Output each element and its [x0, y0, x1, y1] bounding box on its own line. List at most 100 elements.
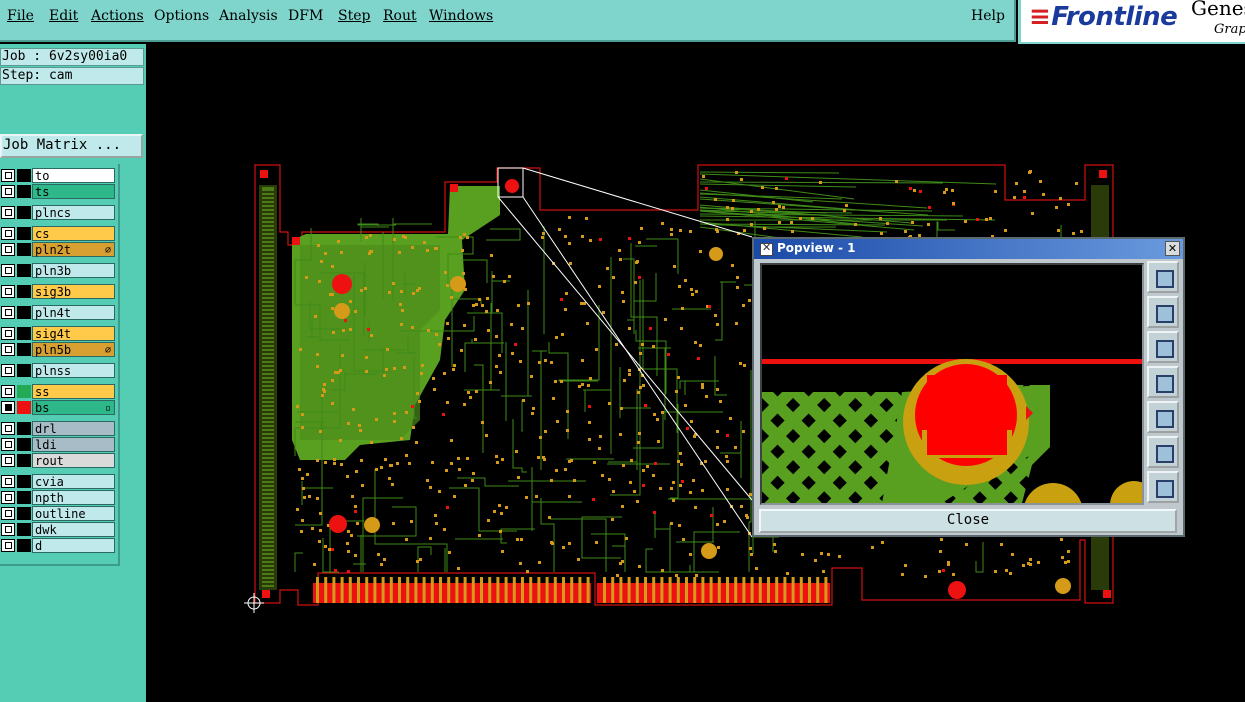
layer-row-pln4t[interactable]: pln4t: [0, 305, 116, 320]
layer-color-swatch[interactable]: [17, 385, 31, 398]
close-icon[interactable]: ✕: [1165, 241, 1180, 256]
layer-row-ss[interactable]: ss: [0, 384, 116, 399]
layer-checkbox[interactable]: [1, 343, 15, 356]
menu-windows[interactable]: Windows: [429, 8, 493, 24]
layer-color-swatch[interactable]: [17, 475, 31, 488]
layer-name[interactable]: sig3b: [32, 284, 115, 299]
popview-titlebar[interactable]: Popview - 1 ✕: [754, 239, 1183, 259]
layer-checkbox[interactable]: [1, 401, 15, 414]
layer-color-swatch[interactable]: [17, 306, 31, 319]
layer-name[interactable]: cvia: [32, 474, 115, 489]
menu-help[interactable]: Help: [971, 8, 1005, 24]
close-button[interactable]: Close: [759, 509, 1177, 533]
layer-name[interactable]: rout: [32, 453, 115, 468]
layer-row-d[interactable]: d: [0, 538, 116, 553]
layer-checkbox[interactable]: [1, 206, 15, 219]
layer-name[interactable]: pln4t: [32, 305, 115, 320]
layer-row-pln5b[interactable]: pln5b ⌀: [0, 342, 116, 357]
layer-name[interactable]: plncs: [32, 205, 115, 220]
layer-row-cs[interactable]: cs: [0, 226, 116, 241]
menu-actions[interactable]: Actions: [91, 8, 144, 24]
menu-analysis[interactable]: Analysis: [219, 8, 278, 24]
zoom-fit-button[interactable]: [1147, 261, 1179, 293]
layer-name[interactable]: drl: [32, 421, 115, 436]
layer-color-swatch[interactable]: [17, 264, 31, 277]
layer-color-swatch[interactable]: [17, 185, 31, 198]
layer-color-swatch[interactable]: [17, 343, 31, 356]
layer-color-swatch[interactable]: [17, 243, 31, 256]
menu-step[interactable]: Step: [338, 8, 370, 24]
window-menu-icon[interactable]: [760, 241, 773, 256]
layer-color-swatch[interactable]: [17, 523, 31, 536]
layer-row-plnss[interactable]: plnss: [0, 363, 116, 378]
layer-checkbox[interactable]: [1, 243, 15, 256]
layer-checkbox[interactable]: [1, 507, 15, 520]
layer-checkbox[interactable]: [1, 264, 15, 277]
layer-checkbox[interactable]: [1, 454, 15, 467]
layer-color-swatch[interactable]: [17, 422, 31, 435]
layer-name[interactable]: bs ▫: [32, 400, 115, 415]
layer-color-swatch[interactable]: [17, 454, 31, 467]
layer-color-swatch[interactable]: [17, 438, 31, 451]
layer-row-ldi[interactable]: ldi: [0, 437, 116, 452]
layer-row-pln2t[interactable]: pln2t ⌀: [0, 242, 116, 257]
layer-row-dwk[interactable]: dwk: [0, 522, 116, 537]
layer-checkbox[interactable]: [1, 285, 15, 298]
menu-file[interactable]: File: [7, 8, 34, 24]
pan-down-button[interactable]: [1147, 331, 1179, 363]
layer-name[interactable]: npth: [32, 490, 115, 505]
layer-color-swatch[interactable]: [17, 227, 31, 240]
layer-row-plncs[interactable]: plncs: [0, 205, 116, 220]
layer-row-drl[interactable]: drl: [0, 421, 116, 436]
pan-right-button[interactable]: [1147, 401, 1179, 433]
layer-color-swatch[interactable]: [17, 169, 31, 182]
popview-zoom-view[interactable]: [760, 263, 1144, 505]
pan-up-button[interactable]: [1147, 296, 1179, 328]
layer-checkbox[interactable]: [1, 475, 15, 488]
menu-dfm[interactable]: DFM: [288, 8, 323, 24]
layer-name[interactable]: outline: [32, 506, 115, 521]
layer-checkbox[interactable]: [1, 491, 15, 504]
layer-color-swatch[interactable]: [17, 206, 31, 219]
layer-color-swatch[interactable]: [17, 507, 31, 520]
layer-color-swatch[interactable]: [17, 401, 31, 414]
menu-edit[interactable]: Edit: [49, 8, 78, 24]
layer-row-sig3b[interactable]: sig3b: [0, 284, 116, 299]
layer-checkbox[interactable]: [1, 422, 15, 435]
layer-row-pln3b[interactable]: pln3b: [0, 263, 116, 278]
menu-rout[interactable]: Rout: [383, 8, 417, 24]
job-matrix-button[interactable]: Job Matrix ...: [0, 134, 143, 158]
layer-checkbox[interactable]: [1, 169, 15, 182]
layer-row-outline[interactable]: outline: [0, 506, 116, 521]
layer-name[interactable]: pln2t ⌀: [32, 242, 115, 257]
pan-left-button[interactable]: [1147, 366, 1179, 398]
layer-checkbox[interactable]: [1, 385, 15, 398]
zoom-in-button[interactable]: [1147, 471, 1179, 503]
layer-checkbox[interactable]: [1, 539, 15, 552]
layer-color-swatch[interactable]: [17, 491, 31, 504]
layer-name[interactable]: d: [32, 538, 115, 553]
layer-color-swatch[interactable]: [17, 327, 31, 340]
layer-checkbox[interactable]: [1, 185, 15, 198]
menu-options[interactable]: Options: [154, 8, 209, 24]
layer-color-swatch[interactable]: [17, 539, 31, 552]
layer-name[interactable]: to: [32, 168, 115, 183]
layer-name[interactable]: pln3b: [32, 263, 115, 278]
layer-checkbox[interactable]: [1, 327, 15, 340]
layer-row-sig4t[interactable]: sig4t: [0, 326, 116, 341]
layer-name[interactable]: plnss: [32, 363, 115, 378]
layer-row-npth[interactable]: npth: [0, 490, 116, 505]
layer-name[interactable]: ldi: [32, 437, 115, 452]
layer-row-bs[interactable]: bs ▫: [0, 400, 116, 415]
layer-checkbox[interactable]: [1, 227, 15, 240]
layer-row-rout[interactable]: rout: [0, 453, 116, 468]
layer-row-to[interactable]: to: [0, 168, 116, 183]
layer-name[interactable]: sig4t: [32, 326, 115, 341]
layer-name[interactable]: pln5b ⌀: [32, 342, 115, 357]
zoom-out-button[interactable]: [1147, 436, 1179, 468]
layer-row-ts[interactable]: ts: [0, 184, 116, 199]
layer-checkbox[interactable]: [1, 364, 15, 377]
layer-color-swatch[interactable]: [17, 285, 31, 298]
layer-color-swatch[interactable]: [17, 364, 31, 377]
layer-name[interactable]: cs: [32, 226, 115, 241]
